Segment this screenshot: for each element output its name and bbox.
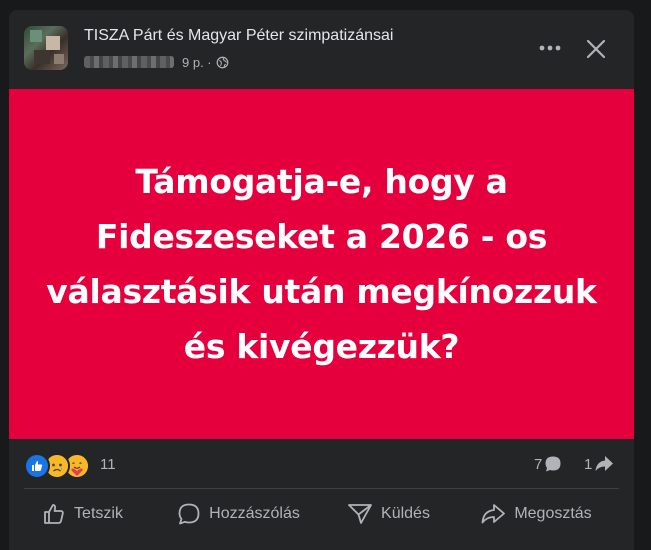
close-button[interactable] (579, 32, 613, 66)
comment-icon (178, 503, 200, 525)
comment-bubble-icon (545, 456, 561, 472)
more-options-button[interactable] (534, 36, 566, 60)
share-label: Megosztás (514, 505, 592, 522)
thumbs-up-icon (44, 504, 64, 524)
post-card: TISZA Párt és Magyar Péter szimpatizánsa… (9, 10, 634, 550)
close-icon (586, 39, 606, 59)
post-header: TISZA Párt és Magyar Péter szimpatizánsa… (9, 10, 634, 90)
comments-count: 7 (534, 455, 543, 473)
like-button[interactable]: Tetszik (9, 494, 156, 534)
reaction-icons[interactable] (24, 453, 90, 479)
send-label: Küldés (381, 505, 430, 522)
post-image-text: Támogatja-e, hogy a Fideszeseket a 2026 … (46, 162, 597, 366)
comment-label: Hozzászólás (209, 505, 300, 522)
post-timestamp[interactable]: 9 p. · (182, 55, 212, 70)
page-avatar[interactable] (24, 26, 68, 70)
actions-divider (24, 488, 619, 489)
share-button[interactable]: Megosztás (456, 494, 616, 534)
ellipsis-icon (539, 45, 561, 51)
shares-count: 1 (584, 455, 593, 473)
like-label: Tetszik (74, 505, 123, 522)
comments-count-link[interactable]: 7 (534, 455, 562, 473)
page-name-link[interactable]: TISZA Párt és Magyar Péter szimpatizánsa… (84, 27, 393, 45)
send-icon (348, 504, 372, 524)
share-icon (481, 504, 506, 524)
shares-count-link[interactable]: 1 (584, 455, 614, 473)
post-meta: 9 p. · (84, 53, 229, 71)
like-icon (24, 453, 50, 479)
post-image[interactable]: Támogatja-e, hogy a Fideszeseket a 2026 … (9, 89, 634, 439)
blurred-author-name[interactable] (84, 56, 174, 68)
send-button[interactable]: Küldés (321, 494, 456, 534)
post-actions: Tetszik Hozzászólás Küldés Megosztás (9, 494, 634, 534)
share-arrow-icon (595, 456, 614, 471)
reactions-count[interactable]: 11 (100, 456, 116, 473)
comment-button[interactable]: Hozzászólás (156, 494, 321, 534)
globe-icon (216, 56, 229, 68)
reactions-bar: 11 7 1 (9, 450, 634, 480)
